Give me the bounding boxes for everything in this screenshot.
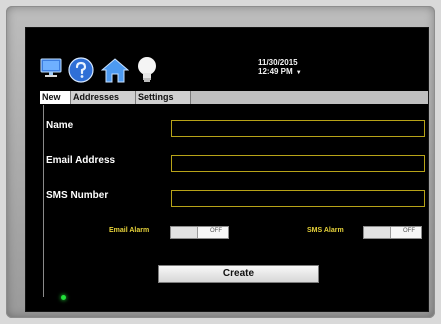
time-row: 12:49 PM ▼	[258, 67, 302, 78]
create-button[interactable]: Create	[158, 265, 319, 283]
toggle-state-text: OFF	[210, 228, 222, 234]
dropdown-caret-icon[interactable]: ▼	[296, 70, 302, 76]
status-led	[61, 295, 66, 300]
email-alarm-toggle[interactable]: OFF	[170, 226, 229, 239]
sms-number-field[interactable]	[171, 190, 425, 207]
tab-addresses[interactable]: Addresses	[71, 91, 136, 104]
device-bezel: 11/30/2015 12:49 PM ▼ New Addresses Setti…	[6, 6, 435, 318]
name-field[interactable]	[171, 120, 425, 137]
email-address-field[interactable]	[171, 155, 425, 172]
home-icon[interactable]	[100, 57, 130, 83]
datetime-display[interactable]: 11/30/2015 12:49 PM ▼	[258, 58, 302, 78]
toggle-knob	[364, 227, 391, 238]
tab-settings[interactable]: Settings	[136, 91, 191, 104]
sms-number-label: SMS Number	[46, 190, 109, 201]
sms-alarm-label: SMS Alarm	[307, 227, 344, 234]
panel-divider	[43, 105, 44, 297]
sms-alarm-toggle[interactable]: OFF	[363, 226, 422, 239]
name-label: Name	[46, 120, 74, 131]
lightbulb-icon[interactable]	[136, 56, 158, 84]
help-icon[interactable]	[68, 57, 94, 83]
time-text: 12:49 PM	[258, 67, 293, 76]
tab-bar: New Addresses Settings	[40, 91, 428, 104]
toggle-knob	[171, 227, 198, 238]
tab-new[interactable]: New	[40, 91, 71, 104]
hmi-screen: 11/30/2015 12:49 PM ▼ New Addresses Setti…	[25, 27, 429, 312]
monitor-icon[interactable]	[40, 58, 62, 78]
date-text: 11/30/2015	[258, 58, 298, 67]
email-address-label: Email Address	[46, 155, 116, 166]
email-alarm-label: Email Alarm	[109, 227, 150, 234]
toggle-state-text: OFF	[403, 228, 415, 234]
